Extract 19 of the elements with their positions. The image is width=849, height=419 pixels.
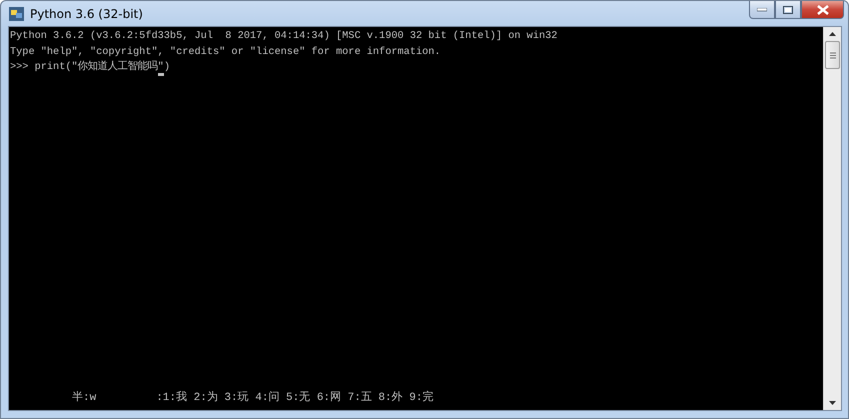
maximize-icon xyxy=(783,6,793,14)
python-icon xyxy=(9,6,24,20)
close-button[interactable] xyxy=(801,1,844,19)
text-cursor: " xyxy=(158,61,164,76)
maximize-button[interactable] xyxy=(775,1,801,19)
scrollbar[interactable] xyxy=(823,27,841,410)
scroll-down-icon[interactable] xyxy=(829,401,836,405)
console-line: Python 3.6.2 (v3.6.2:5fd33b5, Jul 8 2017, 04:14:34) [MSC v.1900 32 bit (Intel)] on win32 xyxy=(10,29,558,44)
grip-icon xyxy=(830,52,836,58)
console-line: Type "help", "copyright", "credits" or "license" for more information. xyxy=(10,44,442,60)
ime-mode: 半:w xyxy=(72,390,96,406)
scroll-thumb[interactable] xyxy=(825,41,840,69)
ime-candidates: :1:我 2:为 3:玩 4:问 5:无 6:网 7:五 8:外 9:完 xyxy=(156,390,434,406)
console-input-line: >>> print("你知道人工智能吗") xyxy=(10,60,823,76)
scroll-up-icon[interactable] xyxy=(829,32,836,36)
window-title: Python 3.6 (32-bit) xyxy=(30,6,143,20)
close-icon xyxy=(816,4,828,14)
minimize-button[interactable] xyxy=(749,1,775,19)
minimize-icon xyxy=(757,8,767,12)
